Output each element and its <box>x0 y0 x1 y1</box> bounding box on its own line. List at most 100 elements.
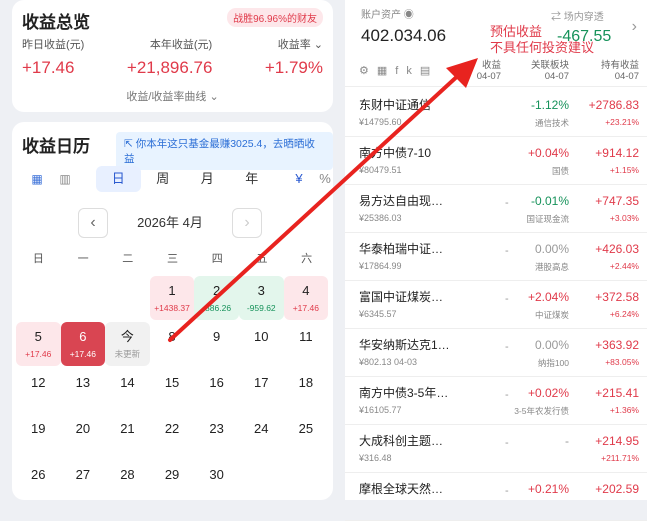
fund-row[interactable]: 东财中证通信 ¥14795.60 -1.12% 通信技术 +2786.83 +23.21% <box>345 88 647 137</box>
calendar-day[interactable]: 8 <box>150 322 195 366</box>
fund-name: 华安纳斯达克1… <box>359 338 450 352</box>
bar-chart-icon[interactable]: ▥ <box>52 166 78 192</box>
calendar-day[interactable]: 1 +1438.37 <box>149 276 195 320</box>
calendar-day[interactable]: 2 -886.26 <box>194 276 239 320</box>
fund-amount: ¥16105.77 <box>359 405 402 415</box>
calendar-day[interactable]: 13 <box>61 368 106 412</box>
fund-row[interactable]: 摩根全球天然… - +0.21% +202.59 <box>345 472 647 521</box>
day-number: 4 <box>302 283 310 298</box>
percent-toggle[interactable]: % <box>310 166 340 192</box>
col-sector[interactable]: 关联板块 04-07 <box>531 60 569 82</box>
hold-percent: +3.03% <box>609 213 639 223</box>
calendar-day[interactable]: 25 <box>284 414 329 458</box>
fund-estimate: - <box>505 437 509 449</box>
day-number: 16 <box>209 375 224 390</box>
calendar-day[interactable]: 30 <box>194 460 239 504</box>
calendar-day[interactable]: 11 <box>284 322 329 366</box>
calendar-toolbar: ▦ ▥ 日 周 月 年 ¥ % <box>24 166 331 192</box>
sector-change: - <box>565 434 569 448</box>
share-tip[interactable]: ⇱ 你本年这只基金最赚3025.4，去晒晒收益 <box>116 132 333 170</box>
col-hold[interactable]: 持有收益 04-07 <box>601 60 639 82</box>
calendar-day[interactable]: 24 <box>239 414 284 458</box>
calendar-day[interactable]: 18 <box>284 368 329 412</box>
day-number: 24 <box>254 421 269 436</box>
fund-row[interactable]: 华安纳斯达克1… ¥802.13 04-03 - 0.00% 纳指100 +363.92 +… <box>345 328 647 377</box>
prev-month-button[interactable]: ‹ <box>78 208 108 238</box>
grid-icon[interactable]: ▦ <box>377 65 395 77</box>
fund-estimate: - <box>505 245 509 257</box>
weekday: 四 <box>211 253 223 265</box>
chevron-right-icon[interactable]: › <box>632 18 637 36</box>
settings-icon[interactable]: ⚙ <box>359 65 377 77</box>
calendar-day[interactable]: 3 -959.62 <box>239 276 284 320</box>
calendar-day[interactable]: 今未更新 <box>105 322 150 366</box>
yesterday-value: +17.46 <box>22 58 75 77</box>
fund-amount: ¥14795.60 <box>359 117 402 127</box>
day-number: 8 <box>168 329 176 344</box>
calendar-day[interactable]: 5 +17.46 <box>16 322 61 366</box>
hold-percent: +23.21% <box>605 117 639 127</box>
calendar-day[interactable]: 20 <box>61 414 106 458</box>
fund-amount: ¥17864.99 <box>359 261 402 271</box>
weekday: 一 <box>77 253 89 265</box>
hold-profit: +215.41 <box>595 386 639 400</box>
hold-percent: +6.24% <box>609 309 639 319</box>
calendar-day[interactable]: 6 +17.46 <box>60 322 106 366</box>
calendar-view-icon[interactable]: ▦ <box>24 166 50 192</box>
calendar-day[interactable]: 9 <box>194 322 239 366</box>
tab-month[interactable]: 月 <box>185 166 230 192</box>
rate-selector[interactable]: 收益率 ⌄ <box>278 36 323 52</box>
fk-icon[interactable]: fk <box>395 65 420 77</box>
eye-icon[interactable]: ◉ <box>404 10 414 21</box>
calendar-day[interactable]: 26 <box>16 460 61 504</box>
fund-row[interactable]: 富国中证煤炭… ¥6345.57 - +2.04% 中证煤炭 +372.58 +6.24% <box>345 280 647 329</box>
day-number: 今 <box>120 329 134 344</box>
calendar-day[interactable]: 27 <box>61 460 106 504</box>
fund-estimate: - <box>505 293 509 305</box>
fund-row[interactable]: 南方中债7-10 ¥80479.51 +0.04% 国债 +914.12 +1.15% <box>345 136 647 185</box>
calendar-day[interactable]: 16 <box>194 368 239 412</box>
fund-row[interactable]: 南方中债3-5年… ¥16105.77 - +0.02% 3-5年农发行债 +215.41… <box>345 376 647 425</box>
tab-year[interactable]: 年 <box>230 166 275 192</box>
month-nav: ‹ 2026年 4月 › <box>78 208 262 238</box>
day-number: 2 <box>213 283 221 298</box>
curve-link[interactable]: 收益/收益率曲线 ⌄ <box>12 88 333 104</box>
day-number: 3 <box>257 283 265 298</box>
fund-estimate: - <box>505 485 509 497</box>
day-number: 13 <box>75 375 91 390</box>
tab-week[interactable]: 周 <box>141 166 186 192</box>
sector-change: +2.04% <box>527 290 569 304</box>
day-number: 10 <box>254 329 269 344</box>
fund-row[interactable]: 大成科创主题… ¥316.48 - - +214.95 +211.71% <box>345 424 647 473</box>
next-month-button[interactable]: › <box>232 208 262 238</box>
sector-change: -1.12% <box>530 98 569 112</box>
fund-row[interactable]: 华泰柏瑞中证… ¥17864.99 - 0.00% 港股高息 +426.03 +2.44% <box>345 232 647 281</box>
penetration-toggle[interactable]: ⇄ 场内穿透 <box>551 8 604 23</box>
day-profit: 未更新 <box>114 349 141 359</box>
calendar-day[interactable]: 4 +17.46 <box>283 276 329 320</box>
calendar-day[interactable]: 19 <box>16 414 61 458</box>
list-icon[interactable]: ▤ <box>420 65 438 77</box>
sector-name: 纳指100 <box>537 358 569 368</box>
day-number: 17 <box>254 375 269 390</box>
fund-name: 大成科创主题… <box>359 434 444 448</box>
day-profit: +17.46 <box>25 349 52 359</box>
col-estimate[interactable]: 收益 04-07 <box>477 60 501 82</box>
calendar-day[interactable]: 28 <box>105 460 150 504</box>
day-profit: -959.62 <box>246 303 276 313</box>
day-number: 21 <box>120 421 135 436</box>
calendar-day[interactable]: 22 <box>150 414 195 458</box>
calendar-day[interactable]: 15 <box>150 368 195 412</box>
tab-day[interactable]: 日 <box>96 166 141 192</box>
fund-name: 富国中证煤炭… <box>359 290 444 304</box>
calendar-day[interactable]: 14 <box>105 368 150 412</box>
calendar-day[interactable]: 17 <box>239 368 284 412</box>
calendar-day[interactable]: 12 <box>16 368 61 412</box>
fund-amount: ¥25386.03 <box>359 213 402 223</box>
calendar-day[interactable]: 21 <box>105 414 150 458</box>
calendar-title: 收益日历 <box>22 137 90 156</box>
calendar-day[interactable]: 29 <box>150 460 195 504</box>
calendar-day[interactable]: 23 <box>194 414 239 458</box>
calendar-day[interactable]: 10 <box>239 322 284 366</box>
fund-row[interactable]: 易方达自由现… ¥25386.03 - -0.01% 国证现金流 +747.35 +3.03… <box>345 184 647 233</box>
